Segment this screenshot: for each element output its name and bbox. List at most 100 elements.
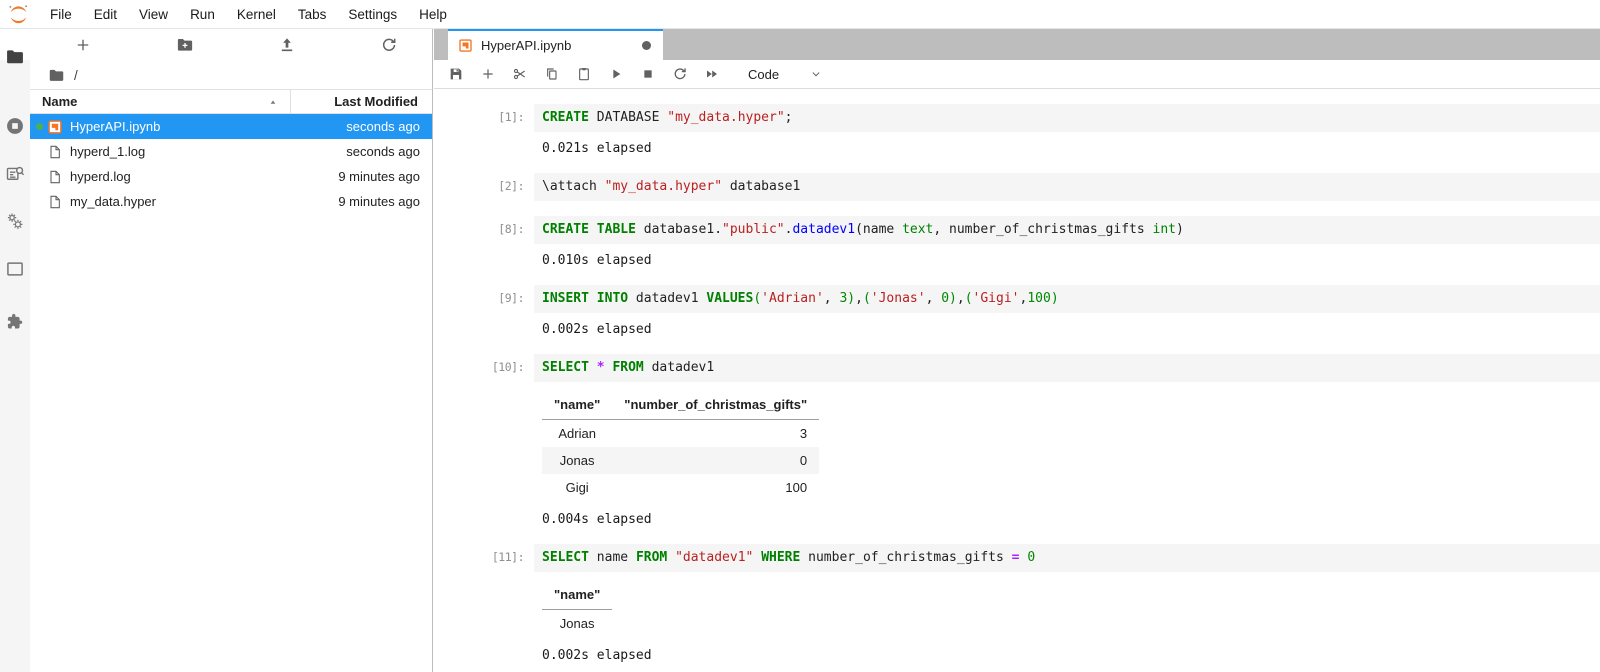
result-cell: 0: [799, 453, 808, 468]
elapsed-time: 0.002s elapsed: [542, 648, 652, 663]
refresh-icon[interactable]: [380, 36, 398, 54]
elapsed-time: 0.004s elapsed: [542, 512, 652, 527]
tab-bar: HyperAPI.ipynb: [434, 29, 1600, 60]
fast-forward-icon[interactable]: [704, 66, 720, 82]
column-header-modified[interactable]: Last Modified: [290, 90, 432, 113]
main-area: HyperAPI.ipynb Code [1]: CREATE DATABASE …: [434, 29, 1600, 672]
file-row[interactable]: HyperAPI.ipynb seconds ago: [30, 114, 432, 139]
breadcrumb[interactable]: /: [30, 61, 432, 89]
notebook-cell: [8]: CREATE TABLE database1."public".data…: [434, 216, 1600, 244]
cell-output-prompt: [434, 390, 534, 503]
result-row: Gigi 100: [542, 474, 819, 501]
cell-input-prompt: [1]:: [498, 110, 524, 124]
code-cell-input[interactable]: CREATE TABLE database1."public".datadev1…: [534, 216, 1600, 244]
unsaved-changes-dot[interactable]: [642, 41, 651, 50]
menu-item-settings[interactable]: Settings: [337, 7, 408, 22]
notebook-content: [1]: CREATE DATABASE "my_data.hyper"; 0.02…: [434, 89, 1600, 672]
menu-item-run[interactable]: Run: [179, 7, 226, 22]
notebook-cell: [10]: SELECT * FROM datadev1: [434, 354, 1600, 382]
menu-item-kernel[interactable]: Kernel: [226, 7, 287, 22]
code-cell-input[interactable]: SELECT * FROM datadev1: [534, 354, 1600, 382]
cell-type-dropdown[interactable]: Code: [748, 67, 779, 82]
result-row: Jonas 0: [542, 447, 820, 474]
menu-item-tabs[interactable]: Tabs: [287, 7, 338, 22]
cell-output-row: 0.002s elapsed: [434, 321, 1600, 339]
file-icon: [47, 144, 63, 160]
tab-hyperapi[interactable]: HyperAPI.ipynb: [448, 29, 663, 60]
chevron-down-icon[interactable]: [809, 67, 823, 81]
file-name: my_data.hyper: [70, 194, 156, 209]
code-cell-input[interactable]: INSERT INTO datadev1 VALUES('Adrian', 3)…: [534, 285, 1600, 313]
notebook-toolbar: Code: [434, 60, 1600, 89]
cell-output: 0.021s elapsed: [534, 140, 1600, 158]
result-cell: 3: [799, 426, 808, 441]
file-modified: seconds ago: [346, 119, 420, 134]
cell-output: "name" Jonas: [534, 580, 1600, 639]
file-row[interactable]: hyperd_1.log seconds ago: [30, 139, 432, 164]
run-icon[interactable]: [608, 66, 624, 82]
new-launcher-icon[interactable]: [74, 36, 92, 54]
elapsed-time: 0.021s elapsed: [542, 141, 652, 156]
result-cell: 100: [785, 480, 808, 495]
result-cell: Gigi: [565, 480, 589, 495]
file-name: hyperd_1.log: [70, 144, 146, 159]
cell-output-prompt: [434, 580, 534, 639]
menu-item-view[interactable]: View: [128, 7, 179, 22]
code-cell-input[interactable]: \attach "my_data.hyper" database1: [534, 173, 1600, 201]
result-column-header: "number_of_christmas_gifts": [612, 394, 820, 420]
notebook-icon: [47, 119, 63, 135]
cell-output: 0.004s elapsed: [534, 511, 1600, 529]
column-header-name[interactable]: Name: [30, 90, 290, 113]
menu-item-file[interactable]: File: [39, 7, 83, 22]
result-column-header: "name": [542, 394, 613, 420]
cell-output-prompt: [434, 647, 534, 665]
settings-gears-icon[interactable]: [5, 211, 25, 231]
file-browser-panel: / Name Last Modified HyperAPI.ipynb secon…: [30, 29, 433, 672]
file-modified: seconds ago: [346, 144, 420, 159]
result-cell: Adrian: [558, 426, 596, 441]
paste-icon[interactable]: [576, 66, 592, 82]
code-cell-input[interactable]: CREATE DATABASE "my_data.hyper";: [534, 104, 1600, 132]
copy-icon[interactable]: [544, 66, 560, 82]
open-tabs-icon[interactable]: [5, 259, 25, 279]
result-row: Adrian 3: [542, 420, 819, 448]
running-sessions-icon[interactable]: [5, 116, 25, 136]
main-menu: File Edit View Run Kernel Tabs Settings Help: [39, 7, 458, 22]
cell-output-row: 0.004s elapsed: [434, 511, 1600, 529]
file-modified: 9 minutes ago: [338, 194, 420, 209]
cell-output: 0.002s elapsed: [534, 321, 1600, 339]
result-cell: Jonas: [559, 453, 595, 468]
elapsed-time: 0.010s elapsed: [542, 253, 652, 268]
menu-item-edit[interactable]: Edit: [83, 7, 128, 22]
cell-input-prompt: [2]:: [498, 179, 524, 193]
result-cell: Jonas: [559, 616, 595, 631]
stop-icon[interactable]: [640, 66, 656, 82]
menu-item-help[interactable]: Help: [408, 7, 458, 22]
cell-output-row: 0.010s elapsed: [434, 252, 1600, 270]
cell-output-row: 0.002s elapsed: [434, 647, 1600, 665]
file-row[interactable]: my_data.hyper 9 minutes ago: [30, 189, 432, 214]
save-icon[interactable]: [448, 66, 464, 82]
result-column-header: "name": [542, 584, 613, 610]
jupyter-logo: [7, 2, 30, 27]
cell-output: "name" "number_of_christmas_gifts" Adrian 3…: [534, 390, 1600, 503]
code-cell-input[interactable]: SELECT name FROM "datadev1" WHERE number…: [534, 544, 1600, 572]
upload-icon[interactable]: [278, 36, 296, 54]
new-folder-icon[interactable]: [176, 36, 194, 54]
file-browser-icon[interactable]: [5, 47, 25, 67]
kernel-running-dot: [36, 123, 43, 130]
add-cell-icon[interactable]: [480, 66, 496, 82]
left-sidebar: [0, 29, 30, 672]
folder-icon[interactable]: [48, 67, 65, 84]
column-name-label: Name: [42, 94, 78, 109]
cell-output-prompt: [434, 140, 534, 158]
restart-icon[interactable]: [672, 66, 688, 82]
file-row[interactable]: hyperd.log 9 minutes ago: [30, 164, 432, 189]
inspector-icon[interactable]: [5, 163, 25, 183]
tab-title: HyperAPI.ipynb: [481, 38, 572, 53]
extensions-icon[interactable]: [5, 311, 25, 331]
file-name: hyperd.log: [70, 169, 131, 184]
elapsed-time: 0.002s elapsed: [542, 322, 652, 337]
file-modified: 9 minutes ago: [338, 169, 420, 184]
cut-icon[interactable]: [512, 66, 528, 82]
